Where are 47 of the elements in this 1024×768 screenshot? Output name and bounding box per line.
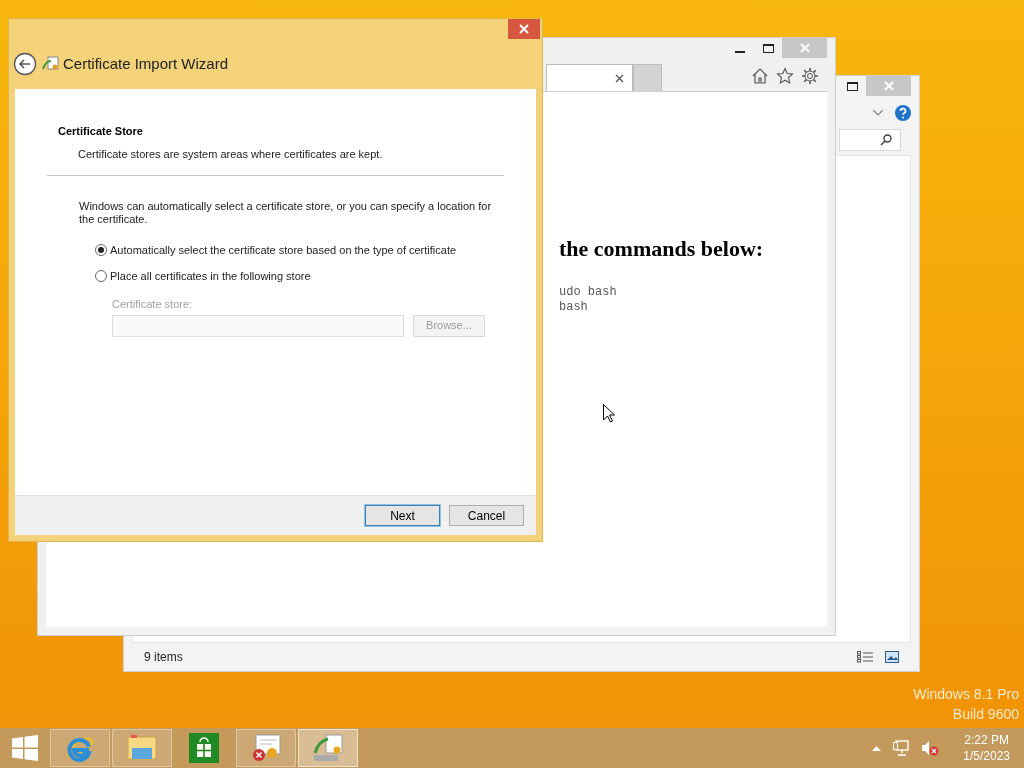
maximize-icon xyxy=(846,81,858,91)
status-text: 9 items xyxy=(144,649,183,666)
details-view-icon[interactable] xyxy=(857,651,873,663)
show-hidden-icons-icon[interactable] xyxy=(872,745,882,751)
search-field[interactable] xyxy=(839,129,901,151)
certificate-wizard-icon xyxy=(312,733,344,763)
section-title: Certificate Store xyxy=(58,124,144,139)
close-icon xyxy=(519,24,529,34)
taskbar-button[interactable] xyxy=(236,729,296,767)
section-description: Certificate stores are system areas where certificates are kept. xyxy=(77,146,384,162)
home-icon[interactable] xyxy=(751,66,769,85)
large-icons-view-icon[interactable] xyxy=(885,651,899,663)
close-icon[interactable] xyxy=(615,73,624,83)
build-text: Build 9600 xyxy=(952,705,1019,724)
settings-icon[interactable] xyxy=(801,66,819,85)
maximize-icon xyxy=(762,43,774,53)
time-text: 2:22 PM xyxy=(964,732,1009,748)
date-text: 1/5/2023 xyxy=(963,748,1010,764)
certificate-wizard-icon xyxy=(41,55,59,73)
folder-icon xyxy=(126,734,158,762)
wizard-title: Certificate Import Wizard xyxy=(63,53,229,74)
dialog-button[interactable]: Cancel xyxy=(449,505,524,526)
close-icon xyxy=(883,81,894,91)
edition-text: Windows 8.1 Pro xyxy=(913,685,1019,704)
windows-logo-icon xyxy=(12,735,38,761)
intro-text: Windows can automatically select a certificate store, or you can specify a location for the certificate. xyxy=(79,200,493,226)
close-icon xyxy=(799,43,810,53)
close-button[interactable] xyxy=(508,19,540,39)
minimize-icon xyxy=(735,51,745,53)
code-line: udo bash xyxy=(559,285,618,300)
chevron-down-icon xyxy=(873,110,883,116)
taskbar-button[interactable] xyxy=(298,729,358,767)
radio-option[interactable]: Place all certificates in the following store xyxy=(95,267,500,284)
field-label: Certificate store: xyxy=(112,297,194,312)
star-icon[interactable] xyxy=(776,66,794,85)
help-icon[interactable] xyxy=(895,105,911,121)
certificate-error-icon xyxy=(250,733,282,763)
network-icon[interactable] xyxy=(893,740,910,756)
muted-speaker-icon[interactable] xyxy=(921,740,940,756)
search-icon xyxy=(880,134,892,146)
mouse-pointer-icon xyxy=(603,404,615,423)
radio-option[interactable]: Automatically select the certificate store based on the type of certificate xyxy=(95,242,500,259)
dialog-button[interactable]: Next xyxy=(365,505,440,526)
page-heading: the commands below: xyxy=(559,235,765,263)
taskbar-button[interactable] xyxy=(50,729,110,767)
store-icon xyxy=(189,733,219,763)
code-line: bash xyxy=(559,300,589,315)
